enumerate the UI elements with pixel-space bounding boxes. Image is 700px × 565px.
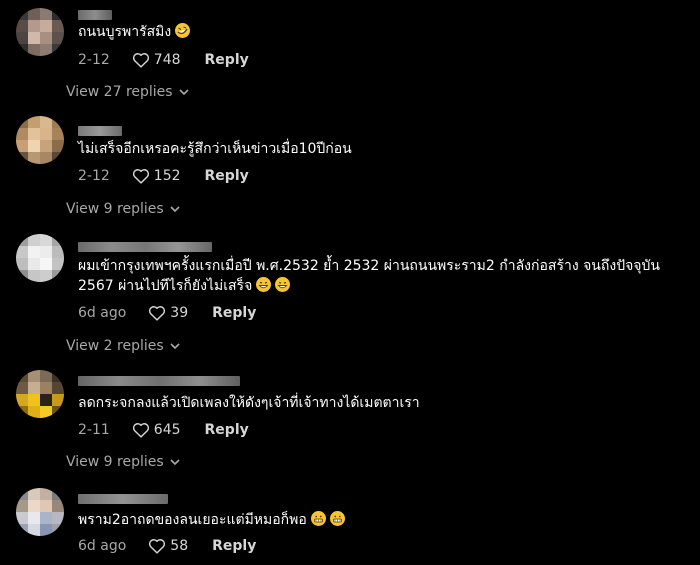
grinning-sweat-emoji-icon [275, 277, 291, 292]
comment-meta: 2-12 152 Reply [78, 166, 249, 186]
grinning-sweat-emoji-icon [256, 277, 272, 292]
view-replies-button[interactable]: View 2 replies [66, 336, 180, 356]
comment-date: 6d ago [78, 305, 127, 321]
chevron-down-icon [179, 89, 189, 96]
heart-outline-icon[interactable] [148, 305, 166, 321]
view-replies-button[interactable]: View 9 replies [66, 199, 180, 219]
like-count: 645 [153, 422, 181, 438]
comment-body: พราม2อาถดของลนเยอะแต่มีหมอก็พอ [78, 512, 307, 528]
avatar[interactable] [16, 370, 64, 418]
avatar[interactable] [16, 116, 64, 164]
username-blurred[interactable] [78, 10, 112, 20]
reply-button[interactable]: Reply [205, 422, 249, 438]
comment-meta: 2-12 748 Reply [78, 50, 249, 70]
comment-body: ลดกระจกลงแล้วเปิดเพลงให้ดังๆเจ้าที่เจ้าท… [78, 395, 420, 411]
comment-date: 2-12 [78, 52, 110, 68]
comment-date: 6d ago [78, 538, 127, 554]
grimacing-emoji-icon [329, 511, 345, 526]
view-replies-label: View 27 replies [66, 84, 173, 100]
view-replies-label: View 9 replies [66, 201, 164, 217]
comment-text: ลดกระจกลงแล้วเปิดเพลงให้ดังๆเจ้าที่เจ้าท… [78, 393, 688, 413]
chevron-down-icon [170, 343, 180, 350]
reply-button[interactable]: Reply [205, 52, 249, 68]
reply-button[interactable]: Reply [212, 305, 256, 321]
like-count: 152 [153, 168, 181, 184]
comment-date: 2-11 [78, 422, 110, 438]
comment-date: 2-12 [78, 168, 110, 184]
chevron-down-icon [170, 206, 180, 213]
like-count: 58 [170, 538, 189, 554]
view-replies-button[interactable]: View 27 replies [66, 82, 189, 102]
like-button[interactable]: 748 [132, 52, 181, 68]
view-replies-button[interactable]: View 9 replies [66, 452, 180, 472]
view-replies-label: View 2 replies [66, 338, 164, 354]
username-blurred[interactable] [78, 376, 240, 386]
comment-meta: 6d ago 58 Reply [78, 536, 256, 556]
comment-meta: 6d ago 39 Reply [78, 303, 256, 323]
like-count: 748 [153, 52, 181, 68]
avatar[interactable] [16, 8, 64, 56]
like-button[interactable]: 152 [132, 168, 181, 184]
reply-button[interactable]: Reply [212, 538, 256, 554]
comment-text: พราม2อาถดของลนเยอะแต่มีหมอก็พอ [78, 510, 688, 530]
comment-body: ถนนบูรพารัสมิง [78, 24, 172, 40]
like-button[interactable]: 58 [148, 538, 188, 554]
comment-text: ไม่เสร็จอีกเหรอคะรู้สึกว่าเห็นข่าวเมื่อ1… [78, 139, 688, 159]
heart-outline-icon[interactable] [148, 538, 166, 554]
comment-text: ผมเข้ากรุงเทพฯครั้งแรกเมื่อปี พ.ศ.2532 ย… [78, 256, 688, 296]
comment-body: ไม่เสร็จอีกเหรอคะรู้สึกว่าเห็นข่าวเมื่อ1… [78, 141, 352, 157]
reply-button[interactable]: Reply [205, 168, 249, 184]
like-button[interactable]: 645 [132, 422, 181, 438]
username-blurred[interactable] [78, 494, 168, 504]
like-button[interactable]: 39 [148, 305, 188, 321]
heart-outline-icon[interactable] [132, 52, 150, 68]
like-count: 39 [170, 305, 189, 321]
username-blurred[interactable] [78, 242, 212, 252]
comment-body-line2: 2567 ผ่านไปทีไรก็ยังไม่เสร็จ [78, 278, 253, 294]
avatar[interactable] [16, 488, 64, 536]
chevron-down-icon [170, 459, 180, 466]
comment-body-line1: ผมเข้ากรุงเทพฯครั้งแรกเมื่อปี พ.ศ.2532 ย… [78, 258, 660, 274]
view-replies-label: View 9 replies [66, 454, 164, 470]
username-blurred[interactable] [78, 126, 122, 136]
heart-outline-icon[interactable] [132, 168, 150, 184]
comment-meta: 2-11 645 Reply [78, 420, 249, 440]
heart-outline-icon[interactable] [132, 422, 150, 438]
avatar[interactable] [16, 234, 64, 282]
comment-text: ถนนบูรพารัสมิง [78, 22, 688, 42]
rofl-emoji-icon [175, 23, 191, 38]
grimacing-emoji-icon [310, 511, 326, 526]
